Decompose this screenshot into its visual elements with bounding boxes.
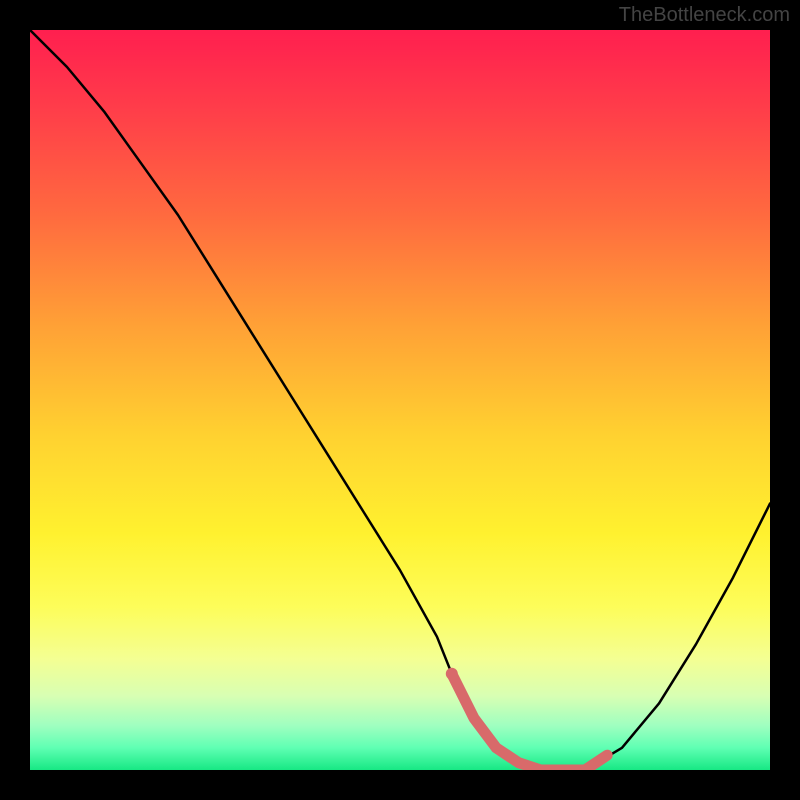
chart-highlight-curve — [452, 674, 607, 770]
watermark-text: TheBottleneck.com — [619, 4, 790, 27]
chart-main-curve — [30, 30, 770, 770]
chart-curve-layer — [30, 30, 770, 770]
chart-plot-area — [30, 30, 770, 770]
chart-highlight-dot — [446, 668, 458, 680]
